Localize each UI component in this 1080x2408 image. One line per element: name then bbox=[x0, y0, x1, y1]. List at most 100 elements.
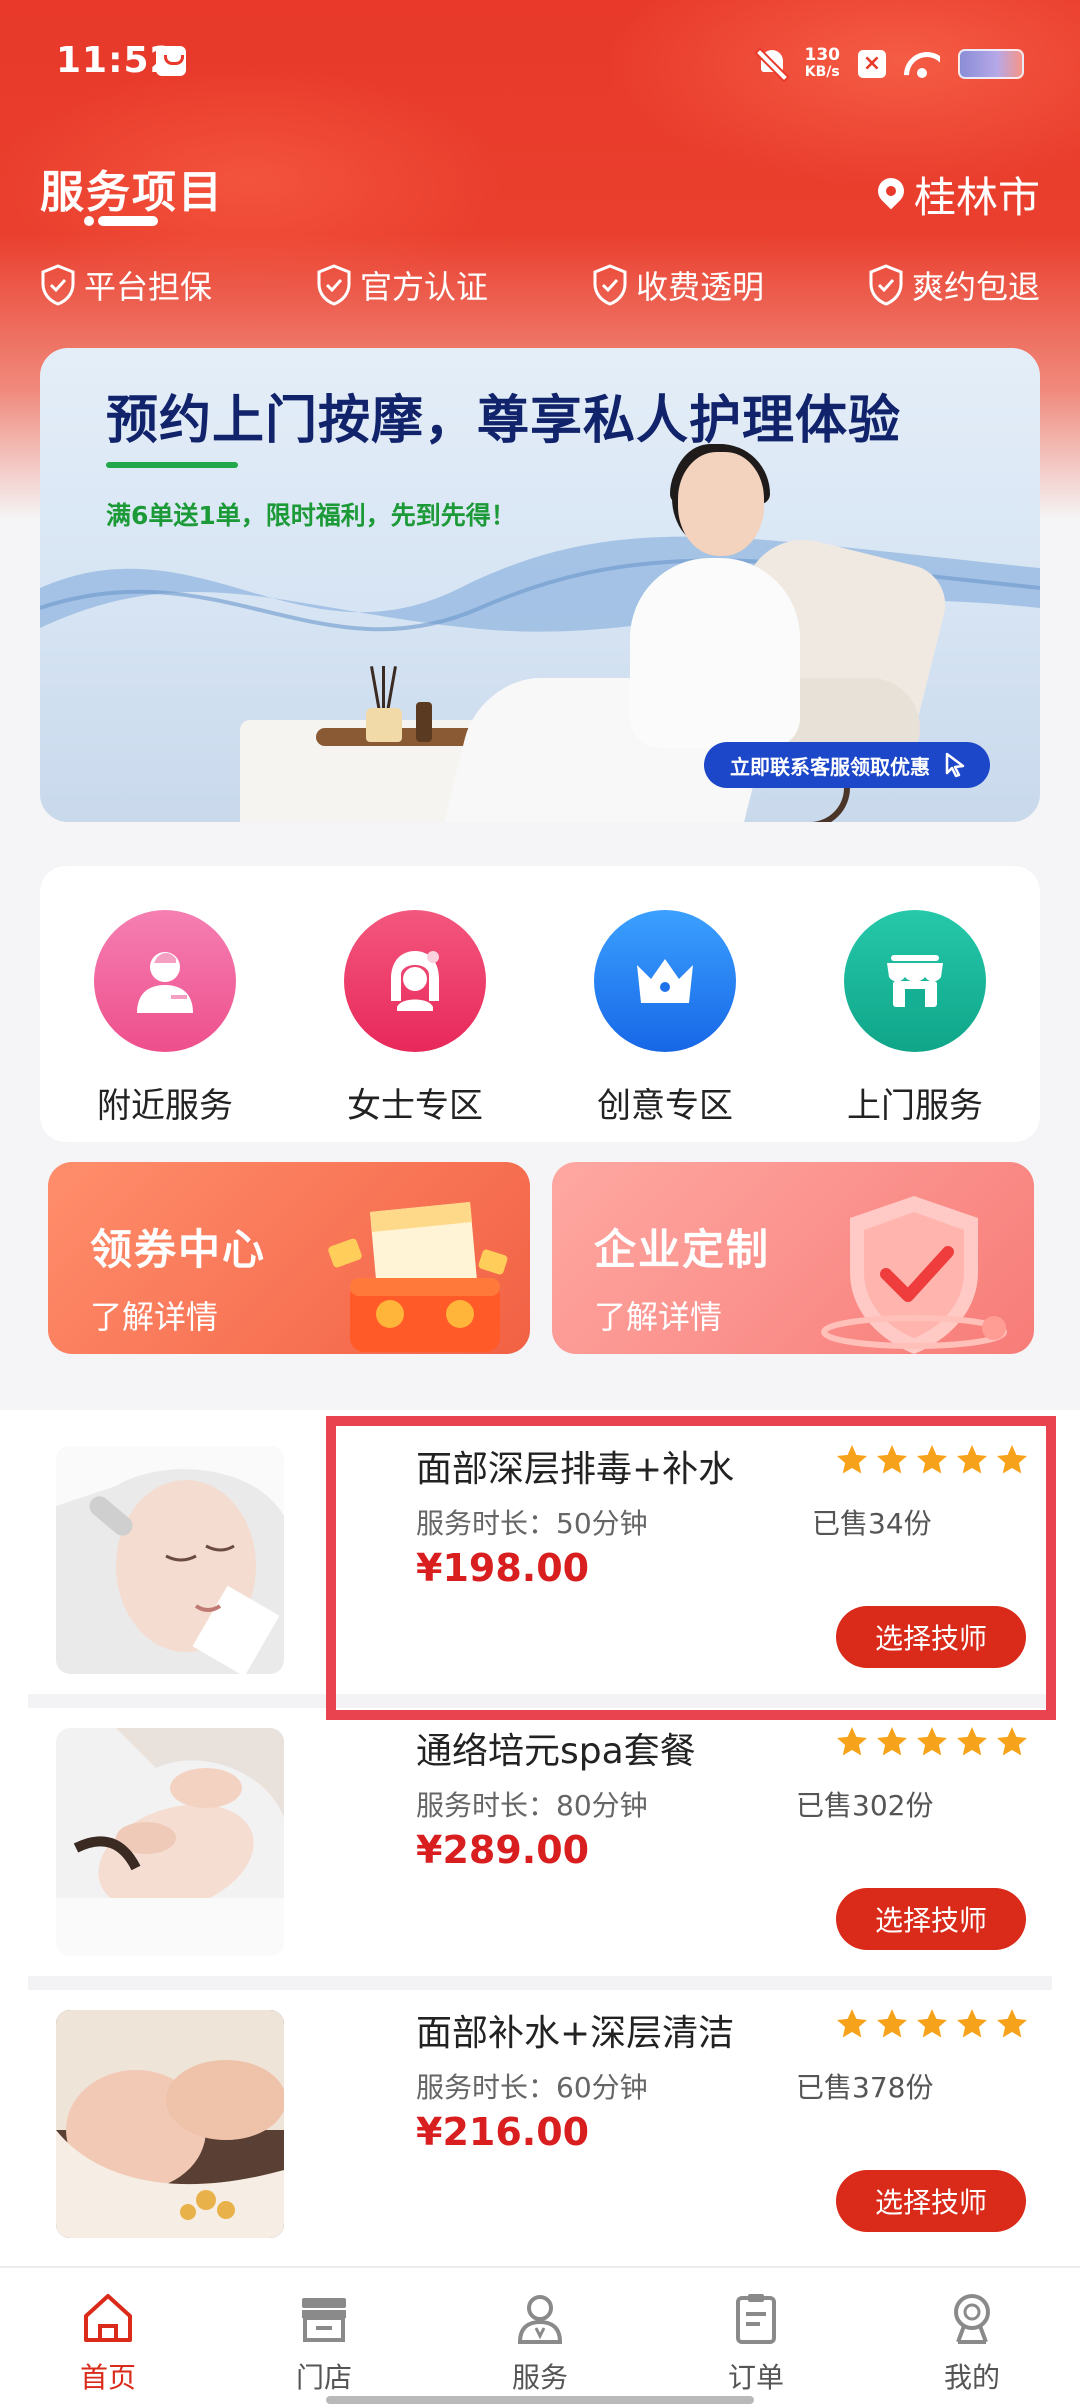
nav-profile[interactable]: 我的 bbox=[892, 2288, 1052, 2408]
network-speed: 130 KB/s bbox=[805, 47, 841, 81]
service-sold-count: 已售378份 bbox=[796, 2071, 934, 2104]
nav-label: 首页 bbox=[79, 2361, 136, 2394]
service-name: 通络培元spa套餐 bbox=[416, 1731, 696, 1772]
promo-subtitle: 了解详情 bbox=[90, 1298, 219, 1336]
message-notification-icon bbox=[156, 46, 186, 76]
coupon-gift-icon bbox=[328, 1202, 508, 1352]
promo-subtitle: 了解详情 bbox=[594, 1298, 723, 1336]
person-service-icon bbox=[517, 2295, 563, 2344]
service-card[interactable]: 通络培元spa套餐 服务时长：80分钟 已售302份 ¥289.00 选择技师 bbox=[0, 1692, 1080, 1962]
service-card[interactable]: 面部补水+深层清洁 服务时长：60分钟 已售378份 ¥216.00 选择技师 bbox=[0, 1974, 1080, 2244]
nav-label: 服务 bbox=[511, 2361, 568, 2394]
category-ladies-zone[interactable]: 女士专区 bbox=[305, 910, 525, 1142]
nav-label: 我的 bbox=[943, 2361, 1000, 2394]
service-thumbnail bbox=[56, 2010, 284, 2238]
category-home-service[interactable]: 上门服务 bbox=[805, 910, 1025, 1142]
star-icon bbox=[997, 1445, 1027, 1474]
shield-check-icon bbox=[592, 264, 628, 306]
status-bar: 11:52 130 KB/s × bbox=[0, 0, 1080, 120]
banner-contact-button[interactable]: 立即联系客服领取优惠 bbox=[704, 742, 990, 788]
guarantee-label: 官方认证 bbox=[359, 268, 488, 306]
shield-check-icon bbox=[316, 264, 352, 306]
service-sold-count: 已售302份 bbox=[796, 1789, 934, 1822]
cursor-pointer-icon bbox=[945, 752, 965, 778]
service-price: ¥198.00 bbox=[416, 1546, 590, 1590]
rating-stars bbox=[834, 2006, 1030, 2042]
star-icon bbox=[997, 2009, 1027, 2038]
service-duration: 服务时长：60分钟 bbox=[416, 2071, 648, 2104]
banner-underline bbox=[106, 462, 238, 468]
category-nearby-service[interactable]: 附近服务 bbox=[55, 910, 275, 1142]
model-face bbox=[678, 452, 764, 556]
star-icon bbox=[917, 2009, 947, 2038]
shield-check-badge-icon bbox=[821, 1196, 1007, 1354]
star-icon bbox=[957, 1727, 987, 1756]
nav-store[interactable]: 门店 bbox=[244, 2288, 404, 2408]
home-icon bbox=[84, 2294, 132, 2342]
select-technician-button[interactable]: 选择技师 bbox=[836, 2170, 1026, 2232]
title-underline-indicator bbox=[84, 216, 158, 226]
star-icon bbox=[877, 1445, 907, 1474]
bell-off-icon bbox=[757, 48, 787, 80]
service-list: 面部深层排毒+补水 服务时长：50分钟 已售34份 ¥198.00 选择技师 通… bbox=[0, 1410, 1080, 2266]
star-icon bbox=[957, 2009, 987, 2038]
category-creative-zone[interactable]: 创意专区 bbox=[555, 910, 775, 1142]
coupon-center-card[interactable]: 领券中心 了解详情 bbox=[48, 1162, 530, 1354]
select-technician-button[interactable]: 选择技师 bbox=[836, 1606, 1026, 1668]
status-icons: 130 KB/s × bbox=[757, 44, 1024, 84]
storefront-icon bbox=[844, 910, 986, 1052]
nav-label: 订单 bbox=[727, 2361, 784, 2394]
nav-service[interactable]: 服务 bbox=[460, 2288, 620, 2408]
nav-orders[interactable]: 订单 bbox=[676, 2288, 836, 2408]
category-label: 附近服务 bbox=[97, 1086, 233, 1126]
guarantee-label: 爽约包退 bbox=[911, 268, 1040, 306]
diffuser-stick bbox=[382, 666, 385, 712]
oil-bottle bbox=[416, 702, 432, 742]
ladies-zone-icon bbox=[344, 910, 486, 1052]
star-icon bbox=[837, 1727, 867, 1756]
clipboard-icon bbox=[736, 2294, 776, 2344]
location-selector[interactable]: 桂林市 bbox=[878, 164, 1040, 225]
service-sold-count: 已售34份 bbox=[812, 1507, 932, 1540]
category-label: 上门服务 bbox=[847, 1086, 983, 1126]
guarantee-item: 官方认证 bbox=[316, 262, 488, 308]
nearby-service-icon bbox=[94, 910, 236, 1052]
crown-icon bbox=[594, 910, 736, 1052]
guarantee-item: 爽约包退 bbox=[868, 262, 1040, 308]
banner-cta-label: 立即联系客服领取优惠 bbox=[730, 754, 930, 779]
location-city: 桂林市 bbox=[913, 173, 1040, 222]
close-box-icon: × bbox=[858, 50, 886, 78]
enterprise-custom-card[interactable]: 企业定制 了解详情 bbox=[552, 1162, 1034, 1354]
promo-banner[interactable]: 预约上门按摩，尊享私人护理体验 满6单送1单，限时福利，先到先得！ 立即联系客服… bbox=[40, 348, 1040, 822]
star-icon bbox=[917, 1445, 947, 1474]
service-price: ¥216.00 bbox=[416, 2110, 590, 2154]
rating-stars bbox=[834, 1442, 1030, 1478]
service-name: 面部补水+深层清洁 bbox=[416, 2013, 735, 2054]
bottom-navigation: 首页 门店 服务 订单 我的 bbox=[0, 2266, 1080, 2408]
model-robe-upper bbox=[630, 558, 800, 748]
service-name: 面部深层排毒+补水 bbox=[416, 1449, 735, 1490]
banner-subtitle: 满6单送1单，限时福利，先到先得！ bbox=[106, 501, 516, 530]
network-speed-value: 130 bbox=[804, 45, 841, 65]
star-icon bbox=[837, 1445, 867, 1474]
star-icon bbox=[957, 1445, 987, 1474]
star-icon bbox=[997, 1727, 1027, 1756]
select-technician-button[interactable]: 选择技师 bbox=[836, 1888, 1026, 1950]
banner-headline: 预约上门按摩，尊享私人护理体验 bbox=[106, 391, 902, 451]
battery-icon bbox=[958, 49, 1024, 79]
nav-home[interactable]: 首页 bbox=[28, 2288, 188, 2408]
guarantee-bar: 平台担保 官方认证 收费透明 爽约包退 bbox=[40, 262, 1040, 308]
rating-stars bbox=[834, 1724, 1030, 1760]
store-icon bbox=[302, 2298, 346, 2342]
profile-icon bbox=[954, 2294, 990, 2344]
category-label: 创意专区 bbox=[597, 1086, 733, 1126]
home-indicator-bar[interactable] bbox=[326, 2396, 754, 2404]
star-icon bbox=[877, 1727, 907, 1756]
category-label: 女士专区 bbox=[347, 1086, 483, 1126]
service-card[interactable]: 面部深层排毒+补水 服务时长：50分钟 已售34份 ¥198.00 选择技师 bbox=[0, 1410, 1080, 1680]
promo-title: 企业定制 bbox=[594, 1225, 771, 1274]
service-price: ¥289.00 bbox=[416, 1828, 590, 1872]
guarantee-label: 平台担保 bbox=[84, 268, 213, 306]
star-icon bbox=[917, 1727, 947, 1756]
page-title: 服务项目 bbox=[40, 167, 224, 218]
